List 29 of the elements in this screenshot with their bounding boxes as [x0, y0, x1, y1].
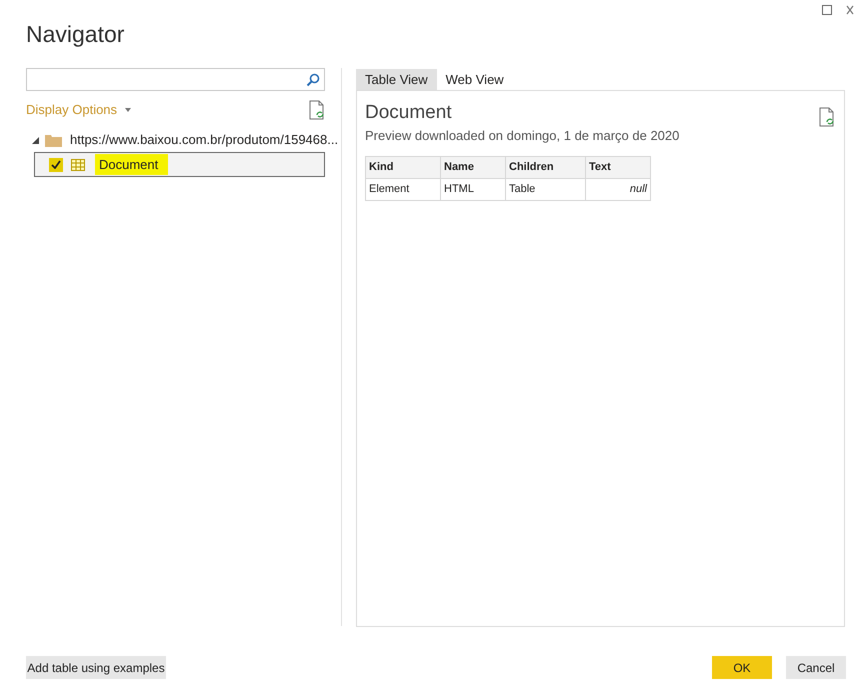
column-header[interactable]: Name: [440, 156, 506, 178]
column-header[interactable]: Kind: [366, 156, 440, 178]
column-header[interactable]: Text: [586, 156, 650, 178]
table-cell: null: [586, 178, 650, 200]
tree-item-row[interactable]: Document: [34, 152, 325, 177]
dialog-button[interactable]: OK: [712, 656, 772, 679]
table-cell: HTML: [440, 178, 506, 200]
dialog-button[interactable]: Cancel: [786, 656, 846, 679]
table-cell: Element: [366, 178, 440, 200]
search-field[interactable]: [26, 68, 325, 91]
collapse-triangle-icon[interactable]: [32, 136, 39, 144]
folder-icon: [45, 134, 62, 146]
tab[interactable]: Table View: [356, 69, 437, 90]
table-icon: [71, 158, 85, 170]
checkbox[interactable]: [49, 158, 63, 172]
table-cell: Table: [506, 178, 586, 200]
column-header[interactable]: Children: [506, 156, 586, 178]
refresh-file-icon[interactable]: [309, 100, 325, 120]
tree-item[interactable]: https://www.baixou.com.br/produtom/159468...: [70, 130, 338, 150]
window-title: Navigator: [26, 20, 124, 49]
close-icon[interactable]: [846, 5, 854, 15]
tree-item-label: Document: [95, 154, 168, 176]
preview-subtitle: Preview downloaded on domingo, 1 de março de 2020: [365, 127, 680, 145]
refresh-file-icon[interactable]: [819, 107, 835, 127]
maximize-button[interactable]: [822, 5, 832, 15]
search-icon: [306, 72, 320, 86]
caret-icon: [125, 108, 132, 112]
dialog-button[interactable]: Add table using examples: [26, 656, 166, 679]
preview-title: Document: [365, 102, 452, 124]
